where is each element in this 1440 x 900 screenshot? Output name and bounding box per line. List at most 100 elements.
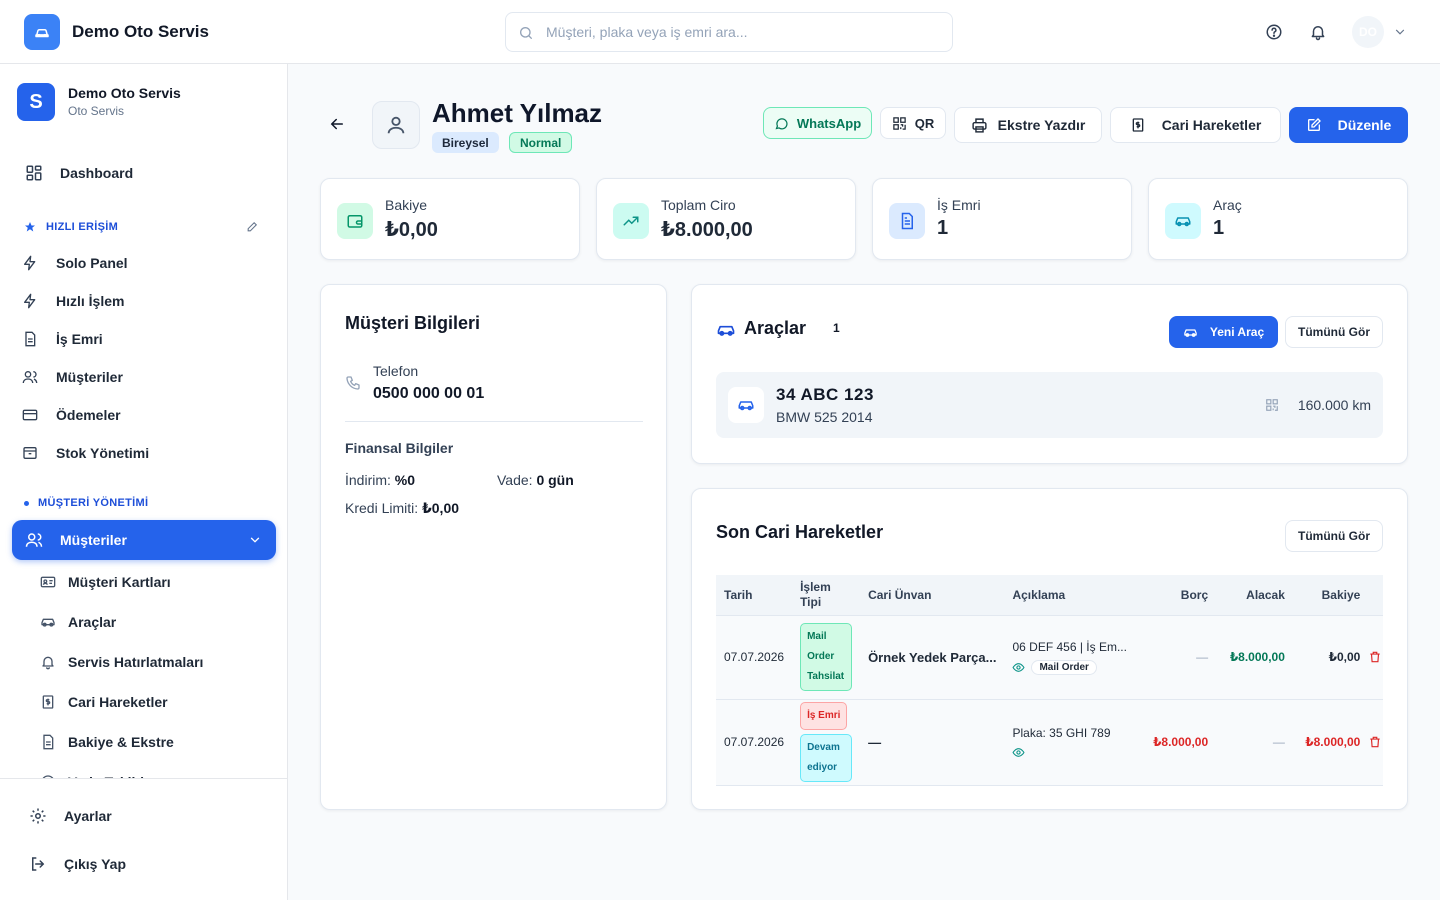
sidebar-subitem-cari-hareketler[interactable]: Cari Hareketler (40, 684, 276, 720)
quick-access-label: HIZLI ERİŞİM (24, 221, 118, 233)
vehicle-model: BMW 525 2014 (776, 409, 873, 425)
phone-value[interactable]: 0500 000 00 01 (373, 385, 484, 403)
bell-icon[interactable] (1308, 22, 1328, 42)
discount-row: İndirim: %0 (345, 472, 416, 488)
customer-management-label: MÜŞTERİ YÖNETİMİ (24, 497, 148, 509)
document-icon (20, 331, 40, 347)
bell-icon (40, 654, 56, 670)
stat-value: 1 (937, 217, 949, 239)
trending-up-icon (613, 203, 649, 239)
table-row[interactable]: 07.07.2026 Mail Order Tahsilat Örnek Yed… (716, 615, 1383, 700)
cell-actions (1368, 699, 1383, 786)
document-icon (40, 734, 56, 750)
sidebar-item-musteriler-quick[interactable]: Müşteriler (8, 358, 272, 396)
sidebar-item-solo-panel[interactable]: Solo Panel (8, 244, 272, 282)
cell-balance: ₺8.000,00 (1292, 699, 1369, 786)
type-tag: Mail Order Tahsilat (800, 623, 853, 691)
help-icon[interactable] (1264, 22, 1284, 42)
term-row: Vade: 0 gün (497, 472, 574, 488)
edit-pencil-icon[interactable] (246, 220, 259, 233)
users-icon (20, 369, 40, 385)
eye-icon[interactable] (1012, 661, 1026, 674)
qr-code-icon[interactable] (1265, 398, 1279, 412)
ledger-view-all-button[interactable]: Tümünü Gör (1285, 520, 1383, 552)
qr-button[interactable]: QR (880, 107, 946, 139)
chevron-down-icon (248, 533, 262, 547)
sidebar-subitem-araclar[interactable]: Araçlar (40, 604, 276, 640)
ledger-title: Son Cari Hareketler (716, 522, 884, 542)
stat-card-balance: Bakiye ₺0,00 (320, 178, 580, 260)
divider (345, 421, 643, 422)
cell-debit: ₺8.000,00 (1134, 699, 1217, 786)
new-vehicle-button[interactable]: Yeni Araç (1169, 316, 1278, 348)
credit-card-icon (20, 407, 40, 423)
section-dot-icon (24, 500, 29, 506)
print-statement-button[interactable]: Ekstre Yazdır (954, 107, 1102, 143)
customer-info-card: Müşteri Bilgileri Telefon 0500 000 00 01… (320, 284, 667, 810)
top-header: Demo Oto Servis DO (0, 0, 1440, 64)
cell-credit: ₺8.000,00 (1216, 615, 1293, 700)
sidebar-item-cikis-yap[interactable]: Çıkış Yap (16, 845, 280, 883)
vehicle-mileage: 160.000 km (1297, 397, 1371, 413)
sidebar-item-odemeler[interactable]: Ödemeler (8, 396, 272, 434)
dollar-document-icon (1130, 117, 1146, 133)
back-arrow-icon[interactable] (328, 115, 348, 135)
stat-card-revenue: Toplam Ciro ₺8.000,00 (596, 178, 856, 260)
ledger-table: Tarih İşlem Tipi Cari Ünvan Açıklama Bor… (716, 575, 1383, 786)
column-header: Açıklama (1004, 575, 1135, 616)
sidebar-subitem-bakiye-ekstre[interactable]: Bakiye & Ekstre (40, 724, 276, 760)
sidebar-subitem-servis-hatirlatmalari[interactable]: Servis Hatırlatmaları (40, 644, 276, 680)
sidebar: S Demo Oto Servis Oto Servis Dashboard H… (0, 64, 288, 900)
customer-type-badge: Bireysel (432, 132, 499, 153)
edit-button[interactable]: Düzenle (1289, 107, 1408, 143)
app-logo[interactable] (24, 14, 60, 50)
sidebar-item-ayarlar[interactable]: Ayarlar (16, 797, 280, 835)
sidebar-item-is-emri[interactable]: İş Emri (8, 320, 272, 358)
cell-party: — (860, 699, 1005, 786)
id-card-icon (40, 574, 56, 590)
cell-debit: — (1134, 615, 1217, 700)
search-input[interactable] (546, 13, 946, 51)
sidebar-item-stok-yonetimi[interactable]: Stok Yönetimi (8, 434, 272, 472)
org-name: Demo Oto Servis (68, 85, 181, 101)
status-tag: Devam ediyor (800, 734, 853, 782)
phone-label: Telefon (373, 363, 419, 379)
sidebar-item-hizli-islem[interactable]: Hızlı İşlem (8, 282, 272, 320)
column-header: Cari Ünvan (860, 575, 1005, 616)
edit-icon (1306, 117, 1322, 133)
search-icon (518, 25, 534, 41)
wallet-icon (337, 203, 373, 239)
stat-label: İş Emri (937, 197, 981, 213)
vehicles-view-all-button[interactable]: Tümünü Gör (1285, 316, 1383, 348)
table-row[interactable]: 07.07.2026 İş Emri Devam ediyor — Plaka:… (716, 699, 1383, 786)
sidebar-item-dashboard[interactable]: Dashboard (12, 154, 276, 192)
chevron-down-icon[interactable] (1390, 22, 1410, 42)
eye-icon[interactable] (1012, 746, 1127, 759)
sidebar-item-label: Dashboard (60, 165, 134, 181)
type-tag: İş Emri (800, 702, 848, 730)
column-header: Tarih (716, 575, 793, 616)
trash-icon[interactable] (1368, 735, 1383, 749)
cell-date: 07.07.2026 (716, 699, 793, 786)
sidebar-subitem-musteri-kartlari[interactable]: Müşteri Kartları (40, 564, 276, 600)
transactions-button[interactable]: Cari Hareketler (1110, 107, 1281, 143)
cell-type: Mail Order Tahsilat (792, 615, 861, 700)
stat-label: Bakiye (385, 197, 428, 213)
vehicle-row[interactable]: 34 ABC 123 BMW 525 2014 160.000 km (716, 372, 1383, 438)
car-icon (728, 387, 764, 423)
trash-icon[interactable] (1368, 650, 1383, 664)
user-avatar[interactable]: DO (1352, 16, 1384, 48)
star-icon (25, 222, 35, 232)
vehicle-plate: 34 ABC 123 (776, 385, 874, 404)
stat-value: ₺8.000,00 (661, 219, 753, 241)
customer-name: Ahmet Yılmaz (432, 98, 603, 128)
stat-card-work-orders: İş Emri 1 (872, 178, 1132, 260)
sidebar-item-musteriler[interactable]: Müşteriler (12, 520, 276, 560)
phone-icon (345, 375, 361, 391)
cell-type: İş Emri Devam ediyor (792, 699, 861, 786)
logout-icon (28, 855, 48, 873)
whatsapp-button[interactable]: WhatsApp (763, 107, 872, 139)
cell-actions (1368, 615, 1383, 700)
cell-balance: ₺0,00 (1292, 615, 1369, 700)
org-logo: S (17, 83, 55, 121)
